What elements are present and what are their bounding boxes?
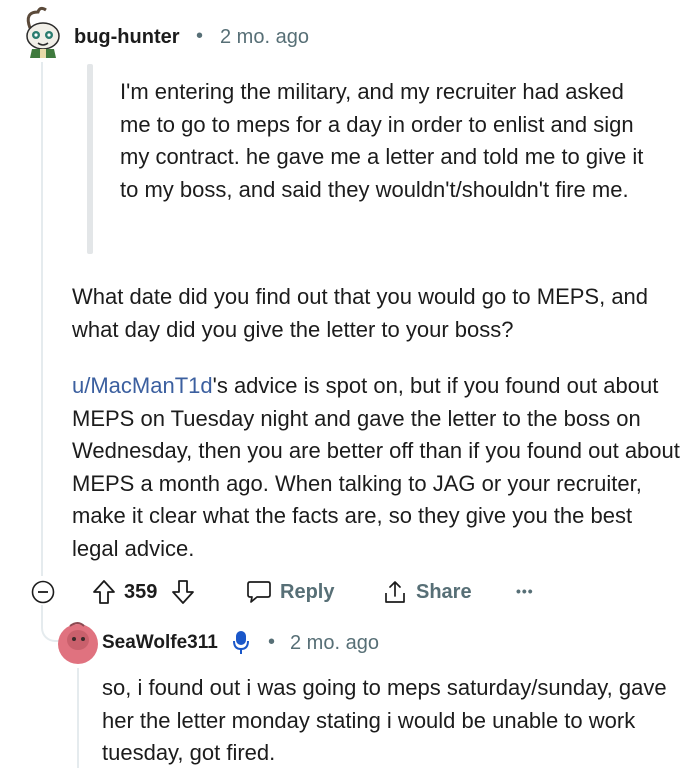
microphone-icon [232, 629, 250, 655]
comment-paragraph-1: What date did you find out that you woul… [72, 284, 649, 342]
reply-thread-line[interactable] [77, 668, 79, 768]
reply-label: Reply [280, 580, 335, 603]
quote-bar [87, 64, 93, 254]
meta-separator: • [196, 25, 204, 47]
reply-avatar[interactable] [58, 618, 98, 666]
avatar[interactable] [16, 6, 68, 58]
share-button[interactable]: Share [382, 579, 472, 605]
user-mention-link[interactable]: u/MacManT1d [72, 373, 213, 398]
reply-username[interactable]: SeaWolfe311 [102, 632, 218, 654]
comment-paragraph-2-text: 's advice is spot on, but if you found o… [72, 373, 680, 561]
comment-username[interactable]: bug-hunter [74, 26, 180, 49]
vote-score: 359 [124, 580, 158, 603]
reply-button[interactable]: Reply [246, 580, 334, 604]
more-options-button[interactable]: ••• [516, 583, 534, 599]
comment-paragraph-2: u/MacManT1d's advice is spot on, but if … [72, 370, 682, 565]
comment-timestamp[interactable]: 2 mo. ago [220, 26, 309, 49]
meta-separator: • [268, 631, 276, 653]
thread-line[interactable] [41, 62, 43, 576]
reply-timestamp[interactable]: 2 mo. ago [290, 632, 379, 655]
share-icon [382, 579, 408, 605]
arrow-down-icon[interactable] [171, 579, 195, 605]
reply-text: so, i found out i was going to meps satu… [102, 675, 667, 765]
quoted-text: I'm entering the military, and my recrui… [120, 79, 644, 202]
share-label: Share [416, 580, 472, 603]
minus-circle-icon[interactable] [31, 580, 55, 604]
speech-bubble-icon [246, 580, 272, 604]
arrow-up-icon[interactable] [92, 579, 116, 605]
vote-group: 359 [92, 579, 195, 605]
